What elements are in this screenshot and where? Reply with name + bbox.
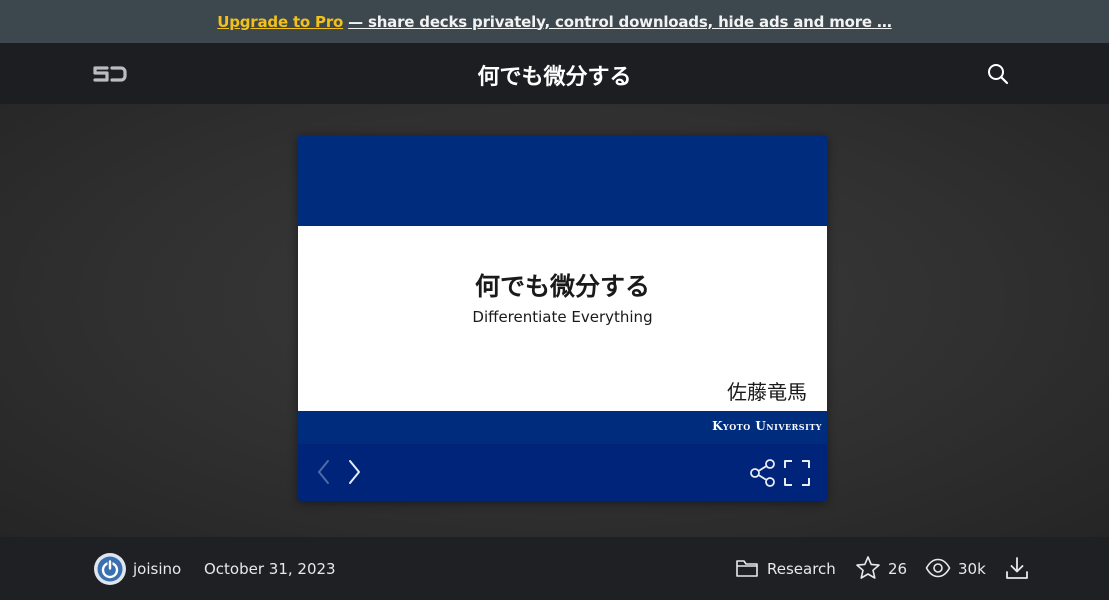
chevron-right-icon[interactable] xyxy=(344,457,364,487)
slide-viewer[interactable]: 何でも微分する Differentiate Everything 佐藤竜馬 Ky… xyxy=(298,135,827,501)
category-link[interactable]: Research xyxy=(767,560,836,578)
slide-bottom-band: Kyoto University xyxy=(298,411,827,444)
chevron-left-icon[interactable] xyxy=(314,457,334,487)
promo-text-link[interactable]: — share decks privately, control downloa… xyxy=(348,13,892,31)
slide-subtitle: Differentiate Everything xyxy=(472,308,653,326)
star-icon[interactable] xyxy=(855,555,881,581)
slide-controls xyxy=(298,444,827,501)
star-count: 26 xyxy=(888,560,908,578)
slide-stage: 何でも微分する Differentiate Everything 佐藤竜馬 Ky… xyxy=(0,104,1109,537)
slide-title: 何でも微分する xyxy=(474,272,650,301)
author-username[interactable]: joisino xyxy=(133,560,181,578)
download-icon[interactable] xyxy=(1004,555,1030,581)
fullscreen-icon[interactable] xyxy=(783,459,811,487)
view-count: 30k xyxy=(958,560,986,578)
promo-banner: Upgrade to Pro — share decks privately, … xyxy=(0,0,1109,43)
publish-date: October 31, 2023 xyxy=(204,560,336,578)
slide-content: 何でも微分する Differentiate Everything 佐藤竜馬 xyxy=(298,226,827,411)
avatar[interactable] xyxy=(94,553,126,585)
deck-title: 何でも微分する xyxy=(477,65,632,90)
upgrade-to-pro-link[interactable]: Upgrade to Pro xyxy=(217,13,343,31)
slide-author: 佐藤竜馬 xyxy=(727,380,807,404)
deck-footer: joisino October 31, 2023 Research 26 30k xyxy=(0,537,1109,600)
folder-icon[interactable] xyxy=(735,557,759,579)
slide-top-band xyxy=(298,135,827,226)
institution-label: Kyoto University xyxy=(712,419,822,433)
share-icon[interactable] xyxy=(749,458,777,488)
eye-icon xyxy=(925,558,951,578)
header: 何でも微分する xyxy=(0,43,1109,104)
search-icon[interactable] xyxy=(986,62,1010,86)
